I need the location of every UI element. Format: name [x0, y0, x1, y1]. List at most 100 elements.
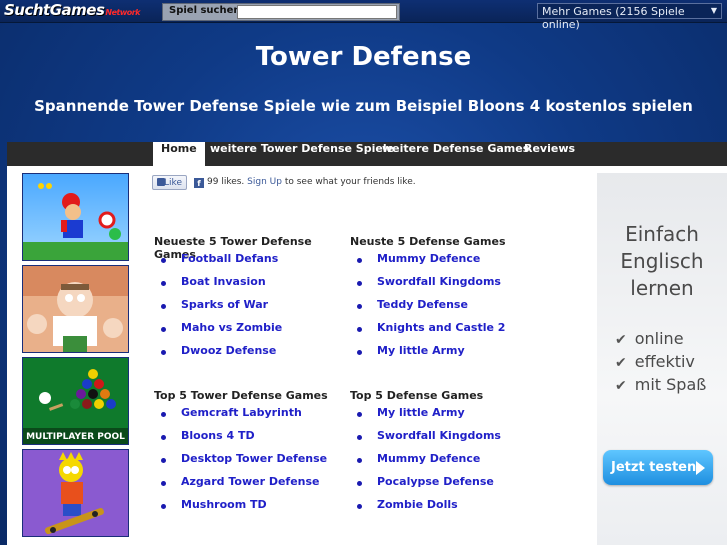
game-link[interactable]: Swordfall Kingdoms	[377, 429, 501, 442]
more-games-select[interactable]: Mehr Games (2156 Spiele online) ▼	[537, 3, 722, 31]
game-link[interactable]: Knights and Castle 2	[377, 321, 505, 334]
content-panel: Home weitere Tower Defense Spiele weiter…	[7, 142, 727, 545]
bullet-icon	[357, 258, 362, 263]
bullet-icon	[161, 435, 166, 440]
list-item: Desktop Tower Defense	[154, 452, 349, 475]
game-link[interactable]: My little Army	[377, 406, 465, 419]
game-link[interactable]: Sparks of War	[181, 298, 268, 311]
facebook-like-button[interactable]: Like	[152, 175, 187, 190]
game-link[interactable]: Football Defans	[181, 252, 278, 265]
list-item: Dwooz Defense	[154, 344, 349, 367]
facebook-icon: f	[194, 178, 204, 188]
search-box: Spiel suchen:	[162, 3, 400, 21]
thumbnail-multiplayer-pool[interactable]: MULTIPLAYER POOL	[22, 357, 129, 445]
like-button-label: Like	[164, 178, 182, 188]
nav-home[interactable]: Home	[153, 142, 205, 166]
list-item: Boat Invasion	[154, 275, 349, 298]
list-item: Maho vs Zombie	[154, 321, 349, 344]
list-item: My little Army	[350, 406, 545, 429]
game-link[interactable]: Teddy Defense	[377, 298, 468, 311]
list-newest-tower-defense: Neueste 5 Tower Defense Games Football D…	[154, 235, 349, 367]
thumbnail-mario-game[interactable]	[22, 173, 129, 261]
more-games-select-value: Mehr Games (2156 Spiele online)	[542, 5, 685, 31]
list-item: Swordfall Kingdoms	[350, 275, 545, 298]
nav-defense-games[interactable]: weitere Defense Games	[382, 142, 529, 166]
ad-line: lernen	[630, 276, 694, 300]
list-top-defense: Top 5 Defense Games My little Army Sword…	[350, 389, 545, 521]
ad-bullet-list: ✔ online ✔ effektiv ✔ mit Spaß	[615, 329, 706, 398]
game-link[interactable]: Maho vs Zombie	[181, 321, 282, 334]
bullet-icon	[357, 458, 362, 463]
nav-tower-defense-games[interactable]: weitere Tower Defense Spiele	[210, 142, 394, 166]
like-rest-text: to see what your friends like.	[284, 177, 416, 187]
list-title: Neueste 5 Tower Defense Games	[154, 235, 312, 261]
list-item: Mushroom TD	[154, 498, 349, 521]
game-link[interactable]: Mummy Defence	[377, 252, 480, 265]
ad-banner[interactable]: Einfach Englisch lernen ✔ online ✔ effekti…	[597, 173, 727, 545]
play-arrow-icon	[696, 461, 705, 475]
list-item: Football Defans	[154, 252, 349, 275]
thumbnail-family-guy-game[interactable]	[22, 265, 129, 353]
game-link[interactable]: Bloons 4 TD	[181, 429, 255, 442]
ad-bullet: ✔ effektiv	[615, 352, 706, 375]
main-nav: Home weitere Tower Defense Spiele weiter…	[7, 142, 727, 166]
list-item: Knights and Castle 2	[350, 321, 545, 344]
check-icon: ✔	[615, 378, 627, 394]
thumbnail-simpsons-skate-game[interactable]	[22, 449, 129, 537]
bullet-icon	[161, 481, 166, 486]
logo-text: SuchtGames	[4, 1, 105, 19]
ad-bullet-text: effektiv	[634, 352, 695, 371]
bullet-icon	[161, 327, 166, 332]
list-item: Gemcraft Labyrinth	[154, 406, 349, 429]
list-item: Mummy Defence	[350, 252, 545, 275]
game-link[interactable]: Azgard Tower Defense	[181, 475, 320, 488]
game-link[interactable]: Dwooz Defense	[181, 344, 276, 357]
list-item: My little Army	[350, 344, 545, 367]
ad-bullet: ✔ online	[615, 329, 706, 352]
list-item: Sparks of War	[154, 298, 349, 321]
page-title: Tower Defense	[255, 42, 472, 72]
search-label: Spiel suchen:	[169, 5, 245, 16]
game-link[interactable]: Boat Invasion	[181, 275, 266, 288]
bullet-icon	[161, 412, 166, 417]
logo-suffix: Network	[105, 8, 140, 17]
bullet-icon	[357, 504, 362, 509]
game-link[interactable]: Desktop Tower Defense	[181, 452, 327, 465]
game-link[interactable]: Pocalypse Defense	[377, 475, 494, 488]
list-title: Top 5 Tower Defense Games	[154, 389, 328, 402]
bullet-icon	[357, 281, 362, 286]
like-count-text: 99 likes. Sign Up to see what your frien…	[207, 177, 416, 187]
site-logo[interactable]: SuchtGamesNetwork	[4, 1, 146, 21]
thumbs-up-icon	[157, 178, 165, 186]
ad-cta-button[interactable]: Jetzt testen	[603, 450, 713, 485]
chevron-down-icon: ▼	[710, 6, 717, 15]
search-input[interactable]	[237, 5, 397, 19]
game-link[interactable]: My little Army	[377, 344, 465, 357]
game-link[interactable]: Mushroom TD	[181, 498, 267, 511]
game-link[interactable]: Swordfall Kingdoms	[377, 275, 501, 288]
bullet-icon	[357, 327, 362, 332]
check-icon: ✔	[615, 332, 627, 348]
game-link[interactable]: Zombie Dolls	[377, 498, 458, 511]
bullet-icon	[161, 304, 166, 309]
thumbnail-label: MULTIPLAYER POOL	[26, 432, 125, 442]
top-bar: SuchtGamesNetwork Spiel suchen: Mehr Gam…	[0, 0, 727, 31]
list-item: Zombie Dolls	[350, 498, 545, 521]
game-link[interactable]: Mummy Defence	[377, 452, 480, 465]
ad-headline: Einfach Englisch lernen	[597, 221, 727, 302]
list-newest-defense: Neuste 5 Defense Games Mummy Defence Swo…	[350, 235, 545, 367]
ad-bullet-text: online	[634, 329, 684, 348]
ad-line: Einfach	[625, 222, 699, 246]
like-count: 99 likes.	[207, 177, 245, 187]
bullet-icon	[357, 435, 362, 440]
bullet-icon	[357, 304, 362, 309]
list-item: Mummy Defence	[350, 452, 545, 475]
bullet-icon	[357, 350, 362, 355]
bullet-icon	[357, 412, 362, 417]
ad-bullet: ✔ mit Spaß	[615, 375, 706, 398]
list-top-tower-defense: Top 5 Tower Defense Games Gemcraft Labyr…	[154, 389, 349, 521]
list-item: Bloons 4 TD	[154, 429, 349, 452]
nav-reviews[interactable]: Reviews	[524, 142, 575, 166]
sign-up-link[interactable]: Sign Up	[247, 177, 282, 187]
game-link[interactable]: Gemcraft Labyrinth	[181, 406, 302, 419]
